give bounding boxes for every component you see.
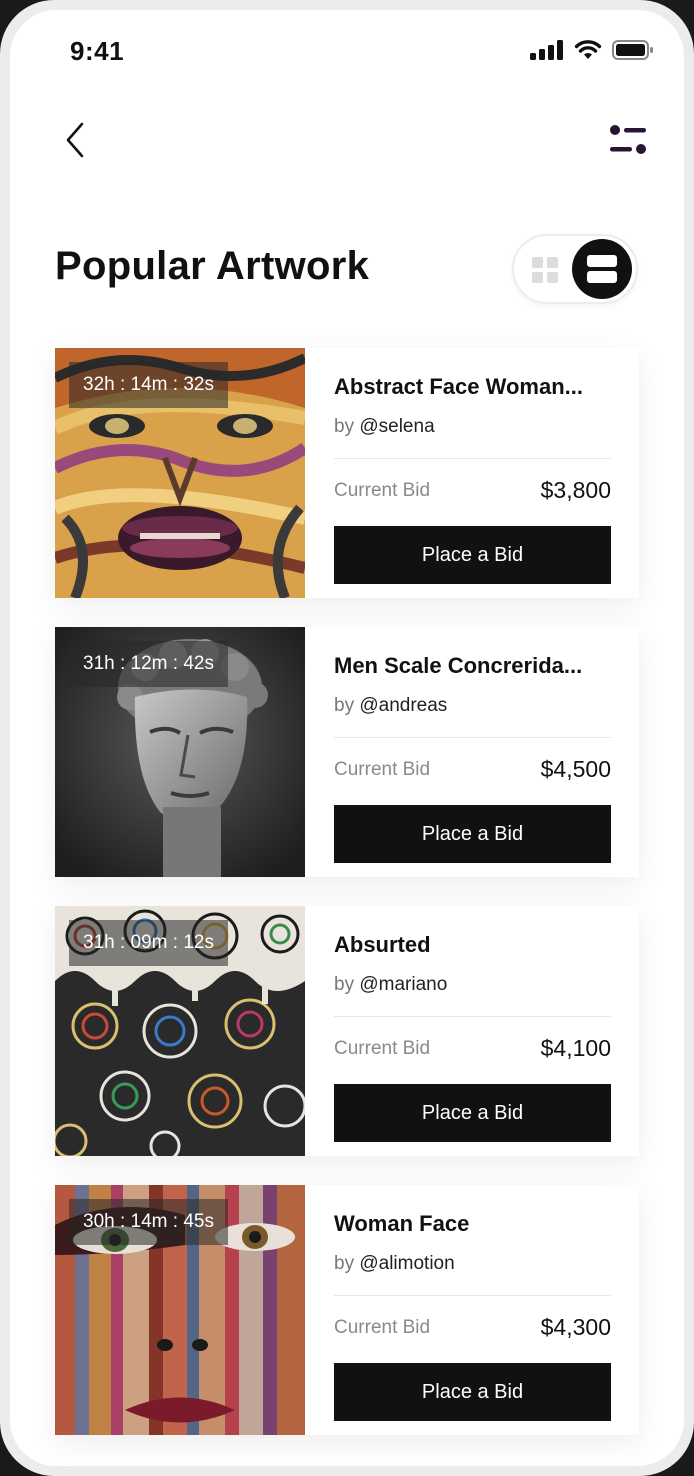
- current-bid-value: $3,800: [540, 477, 611, 503]
- artwork-card: 31h : 12m : 42s Men Scale Concrerida... …: [55, 627, 639, 877]
- app-screen: 9:41 Popular Artwork 32h: 14m: 32s Abs…: [10, 10, 684, 1466]
- chevron-left-icon: [66, 122, 84, 158]
- back-button[interactable]: [60, 120, 90, 160]
- artwork-image[interactable]: 31h : 09m : 12s: [55, 906, 305, 1156]
- artwork-image[interactable]: 31h : 12m : 42s: [55, 627, 305, 877]
- grid-icon: [532, 257, 558, 283]
- signal-icon: [530, 40, 563, 60]
- artist-handle[interactable]: @andreas: [359, 695, 447, 716]
- card-details: Absurted by @mariano Current Bid $4,100 …: [305, 906, 639, 1156]
- current-bid-label: Current Bid: [334, 759, 431, 780]
- artwork-title[interactable]: Absurted: [334, 932, 614, 958]
- filter-button[interactable]: [606, 120, 650, 160]
- artist-handle[interactable]: @selena: [359, 416, 434, 437]
- artist-handle[interactable]: @alimotion: [359, 1253, 454, 1274]
- artist-line: by @alimotion: [334, 1253, 455, 1275]
- auction-timer: 31h : 12m : 42s: [69, 641, 228, 687]
- filter-sliders-icon: [610, 125, 646, 154]
- card-details: Woman Face by @alimotion Current Bid $4,…: [305, 1185, 639, 1435]
- by-label: by: [334, 974, 355, 995]
- artist-line: by @andreas: [334, 695, 447, 717]
- divider: [334, 458, 611, 459]
- current-bid-value: $4,100: [540, 1035, 611, 1061]
- artwork-title[interactable]: Woman Face: [334, 1211, 614, 1237]
- wifi-icon: [574, 40, 602, 59]
- current-bid-label: Current Bid: [334, 480, 431, 501]
- auction-timer: 30h : 14m : 45s: [69, 1199, 228, 1245]
- place-bid-button[interactable]: Place a Bid: [334, 1363, 611, 1421]
- artwork-title[interactable]: Men Scale Concrerida...: [334, 653, 614, 679]
- artwork-image[interactable]: 32h : 14m : 32s: [55, 348, 305, 598]
- artwork-title[interactable]: Abstract Face Woman...: [334, 374, 614, 400]
- grid-view-button[interactable]: [532, 257, 558, 283]
- artwork-card: 31h : 09m : 12s Absurted by @mariano Cur…: [55, 906, 639, 1156]
- card-details: Abstract Face Woman... by @selena Curren…: [305, 348, 639, 598]
- place-bid-button[interactable]: Place a Bid: [334, 805, 611, 863]
- divider: [334, 1016, 611, 1017]
- divider: [334, 737, 611, 738]
- auction-timer: 32h : 14m : 32s: [69, 362, 228, 408]
- artist-handle[interactable]: @mariano: [359, 974, 447, 995]
- list-icon: [587, 255, 617, 283]
- status-time: 9:41: [70, 36, 125, 66]
- current-bid-value: $4,300: [540, 1314, 611, 1340]
- auction-timer: 31h : 09m : 12s: [69, 920, 228, 966]
- page-title: Popular Artwork: [55, 244, 370, 288]
- artwork-card: 32h : 14m : 32s Abstract Face Woman... b…: [55, 348, 639, 598]
- place-bid-button[interactable]: Place a Bid: [334, 1084, 611, 1142]
- view-toggle[interactable]: [512, 234, 638, 304]
- card-details: Men Scale Concrerida... by @andreas Curr…: [305, 627, 639, 877]
- by-label: by: [334, 416, 355, 437]
- current-bid-label: Current Bid: [334, 1317, 431, 1338]
- by-label: by: [334, 695, 355, 716]
- battery-icon: [612, 40, 653, 60]
- place-bid-button[interactable]: Place a Bid: [334, 526, 611, 584]
- current-bid-label: Current Bid: [334, 1038, 431, 1059]
- status-icons: [530, 40, 654, 60]
- device-frame: 9:41 Popular Artwork 32h: 14m: 32s Abs…: [0, 0, 694, 1476]
- current-bid-value: $4,500: [540, 756, 611, 782]
- by-label: by: [334, 1253, 355, 1274]
- artist-line: by @mariano: [334, 974, 447, 996]
- list-view-button[interactable]: [572, 239, 632, 299]
- artwork-card: 30h : 14m : 45s Woman Face by @alimotion…: [55, 1185, 639, 1435]
- divider: [334, 1295, 611, 1296]
- status-bar: 9:41: [10, 10, 684, 100]
- artist-line: by @selena: [334, 416, 435, 438]
- artwork-image[interactable]: 30h : 14m : 45s: [55, 1185, 305, 1435]
